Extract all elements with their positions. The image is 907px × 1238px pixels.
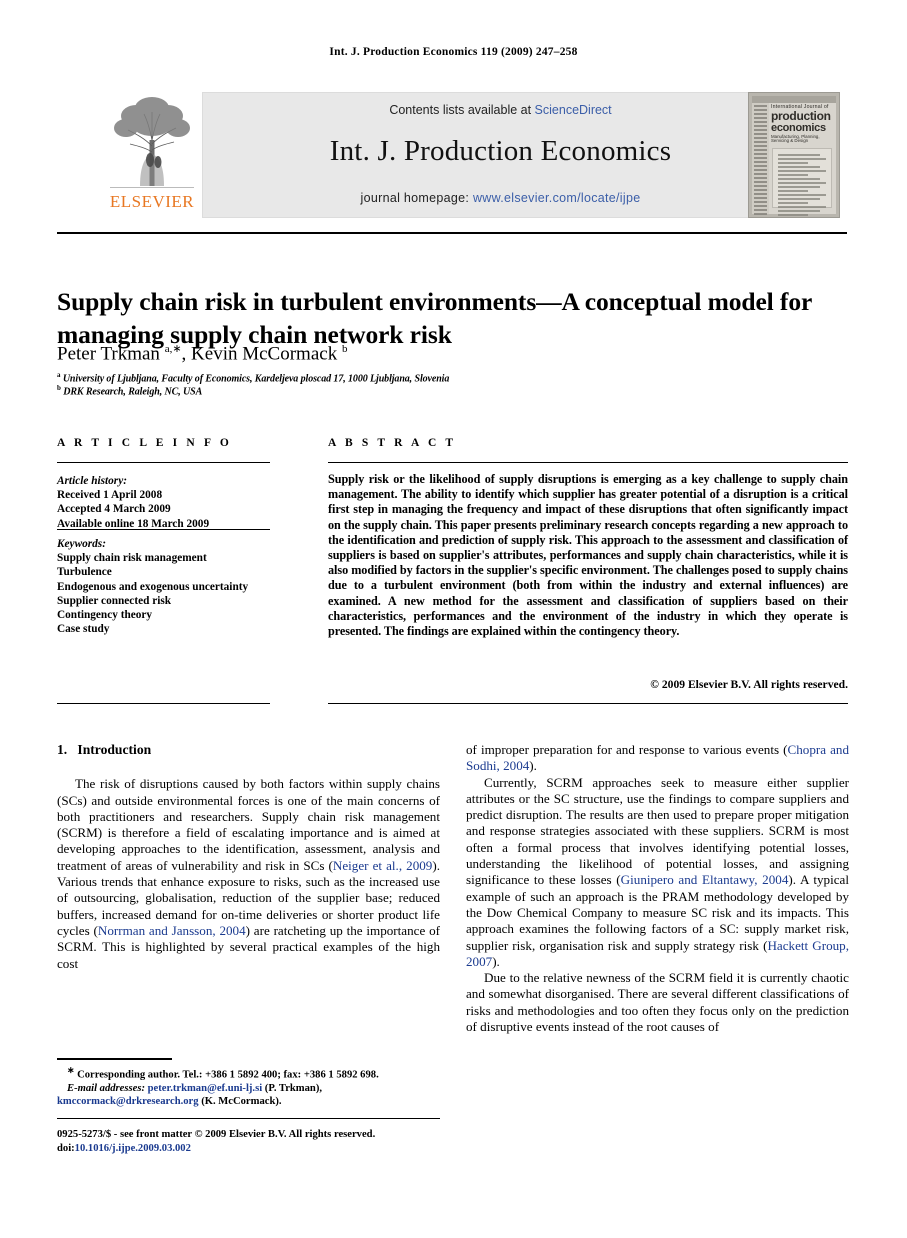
journal-homepage-link[interactable]: www.elsevier.com/locate/ijpe <box>473 191 641 205</box>
imprint-rule <box>57 1118 440 1119</box>
paper-page: Int. J. Production Economics 119 (2009) … <box>0 0 907 1238</box>
elsevier-wordmark: ELSEVIER <box>109 192 195 211</box>
email-addresses-label: E-mail addresses: <box>67 1082 145 1094</box>
email-link-1[interactable]: peter.trkman@ef.uni-lj.si <box>148 1083 263 1094</box>
journal-title: Int. J. Production Economics <box>329 135 672 167</box>
footnote-block: ∗ Corresponding author. Tel.: +386 1 589… <box>57 1064 440 1109</box>
doi-line: doi:10.1016/j.ijpe.2009.03.002 <box>57 1142 457 1156</box>
article-info-heading: A R T I C L E I N F O <box>57 437 232 449</box>
journal-homepage-line: journal homepage: www.elsevier.com/locat… <box>203 191 798 205</box>
cover-top-bar <box>752 96 836 103</box>
journal-masthead: ELSEVIER Contents lists available at Sci… <box>108 92 799 218</box>
citation-link[interactable]: Norrman and Jansson, 2004 <box>98 923 246 938</box>
email-link-2[interactable]: kmccormack@drkresearch.org <box>57 1096 199 1107</box>
citation-link[interactable]: Giunipero and Eltantawy, 2004 <box>621 872 789 887</box>
doi-label: doi: <box>57 1142 75 1154</box>
contents-prefix: Contents lists available at <box>389 103 535 117</box>
keyword-item: Supplier connected risk <box>57 594 172 607</box>
body-paragraph: Due to the relative newness of the SCRM … <box>466 970 849 1035</box>
keyword-item: Supply chain risk management <box>57 552 207 565</box>
article-history-item: Received 1 April 2008 <box>57 489 163 502</box>
email-line-2: kmccormack@drkresearch.org (K. McCormack… <box>57 1096 282 1107</box>
abstract-copyright: © 2009 Elsevier B.V. All rights reserved… <box>650 678 848 691</box>
front-matter-line: 0925-5273/$ - see front matter © 2009 El… <box>57 1129 376 1140</box>
affiliation-a-marker: a <box>57 371 61 379</box>
homepage-prefix: journal homepage: <box>360 191 473 205</box>
info-bottom-rule <box>57 703 270 704</box>
keyword-item: Endogenous and exogenous uncertainty <box>57 580 249 593</box>
affiliation-b-marker: b <box>57 384 61 392</box>
body-paragraph: Currently, SCRM approaches seek to measu… <box>466 775 849 971</box>
affiliation-b: b DRK Research, Raleigh, NC, USA <box>57 384 847 397</box>
author-list: Peter Trkman a,∗, Kevin McCormack b <box>57 343 348 365</box>
body-text: Due to the relative newness of the SCRM … <box>466 970 849 1035</box>
abstract-heading: A B S T R A C T <box>328 437 457 449</box>
elsevier-logo: ELSEVIER <box>108 92 196 218</box>
keyword-item: Contingency theory <box>57 609 153 622</box>
elsevier-tree-icon <box>110 97 194 188</box>
corresponding-marker: ∗ <box>67 1065 75 1075</box>
body-text: of improper preparation for and response… <box>466 742 788 757</box>
article-history: Article history: Received 1 April 2008 A… <box>57 474 270 531</box>
abstract-heading-rule <box>328 462 848 463</box>
right-paragraph-host: of improper preparation for and response… <box>466 742 849 1035</box>
sciencedirect-link[interactable]: ScienceDirect <box>535 103 612 117</box>
body-paragraph: The risk of disruptions caused by both f… <box>57 776 440 972</box>
corresponding-author-text: Corresponding author. Tel.: +386 1 5892 … <box>77 1069 379 1081</box>
body-text: ). <box>492 953 500 969</box>
masthead-box: Contents lists available at ScienceDirec… <box>202 92 799 218</box>
footnote-rule <box>57 1058 172 1060</box>
cover-title: International Journal of production econ… <box>771 104 834 144</box>
section-heading-introduction: 1. Introduction <box>57 742 440 758</box>
cover-title-line4: Manufacturing, Planning, Servicing & Des… <box>771 133 820 144</box>
journal-cover-thumbnail: International Journal of production econ… <box>748 92 840 218</box>
affiliation-b-text: DRK Research, Raleigh, NC, USA <box>63 386 203 398</box>
running-head: Int. J. Production Economics 119 (2009) … <box>329 46 578 58</box>
info-heading-rule <box>57 462 270 463</box>
body-column-right: of improper preparation for and response… <box>466 742 849 1035</box>
affiliation-a-text: University of Ljubljana, Faculty of Econ… <box>62 373 450 385</box>
body-paragraph: of improper preparation for and response… <box>466 742 849 775</box>
imprint-block: 0925-5273/$ - see front matter © 2009 El… <box>57 1128 457 1155</box>
body-text: Currently, SCRM approaches seek to measu… <box>466 774 849 888</box>
citation-link[interactable]: Neiger et al., 2009 <box>333 858 432 873</box>
doi-link[interactable]: 10.1016/j.ijpe.2009.03.002 <box>75 1143 191 1154</box>
keyword-item: Turbulence <box>57 566 112 579</box>
keywords-block: Keywords: Supply chain risk management T… <box>57 537 270 636</box>
corresponding-author-note: ∗ Corresponding author. Tel.: +386 1 589… <box>57 1064 440 1082</box>
keyword-item: Case study <box>57 623 110 636</box>
cover-title-line2: production <box>771 109 831 124</box>
email-name-1: (P. Trkman), <box>262 1082 322 1094</box>
contents-available-line: Contents lists available at ScienceDirec… <box>203 103 798 117</box>
cover-title-line3: economics <box>771 121 826 134</box>
masthead-bottom-rule <box>57 232 847 234</box>
body-text: ). <box>529 758 537 774</box>
article-history-label: Article history: <box>57 475 127 487</box>
body-column-left: 1. Introduction The risk of disruptions … <box>57 742 440 972</box>
abstract-text: Supply risk or the likelihood of supply … <box>328 472 848 639</box>
affiliation-a: a University of Ljubljana, Faculty of Ec… <box>57 371 847 384</box>
section-number: 1. <box>57 742 68 757</box>
abstract-bottom-rule <box>328 703 848 704</box>
keywords-label: Keywords: <box>57 538 106 550</box>
email-line-1: E-mail addresses: peter.trkman@ef.uni-lj… <box>57 1082 440 1095</box>
article-history-item: Accepted 4 March 2009 <box>57 503 171 516</box>
info-history-rule <box>57 529 270 530</box>
left-paragraph-host: The risk of disruptions caused by both f… <box>57 776 440 972</box>
cover-contents-list <box>772 148 832 216</box>
email-name-2: (K. McCormack). <box>198 1096 282 1108</box>
cover-left-column <box>752 103 769 215</box>
cover-inner: International Journal of production econ… <box>752 96 836 216</box>
section-title: Introduction <box>77 742 152 757</box>
